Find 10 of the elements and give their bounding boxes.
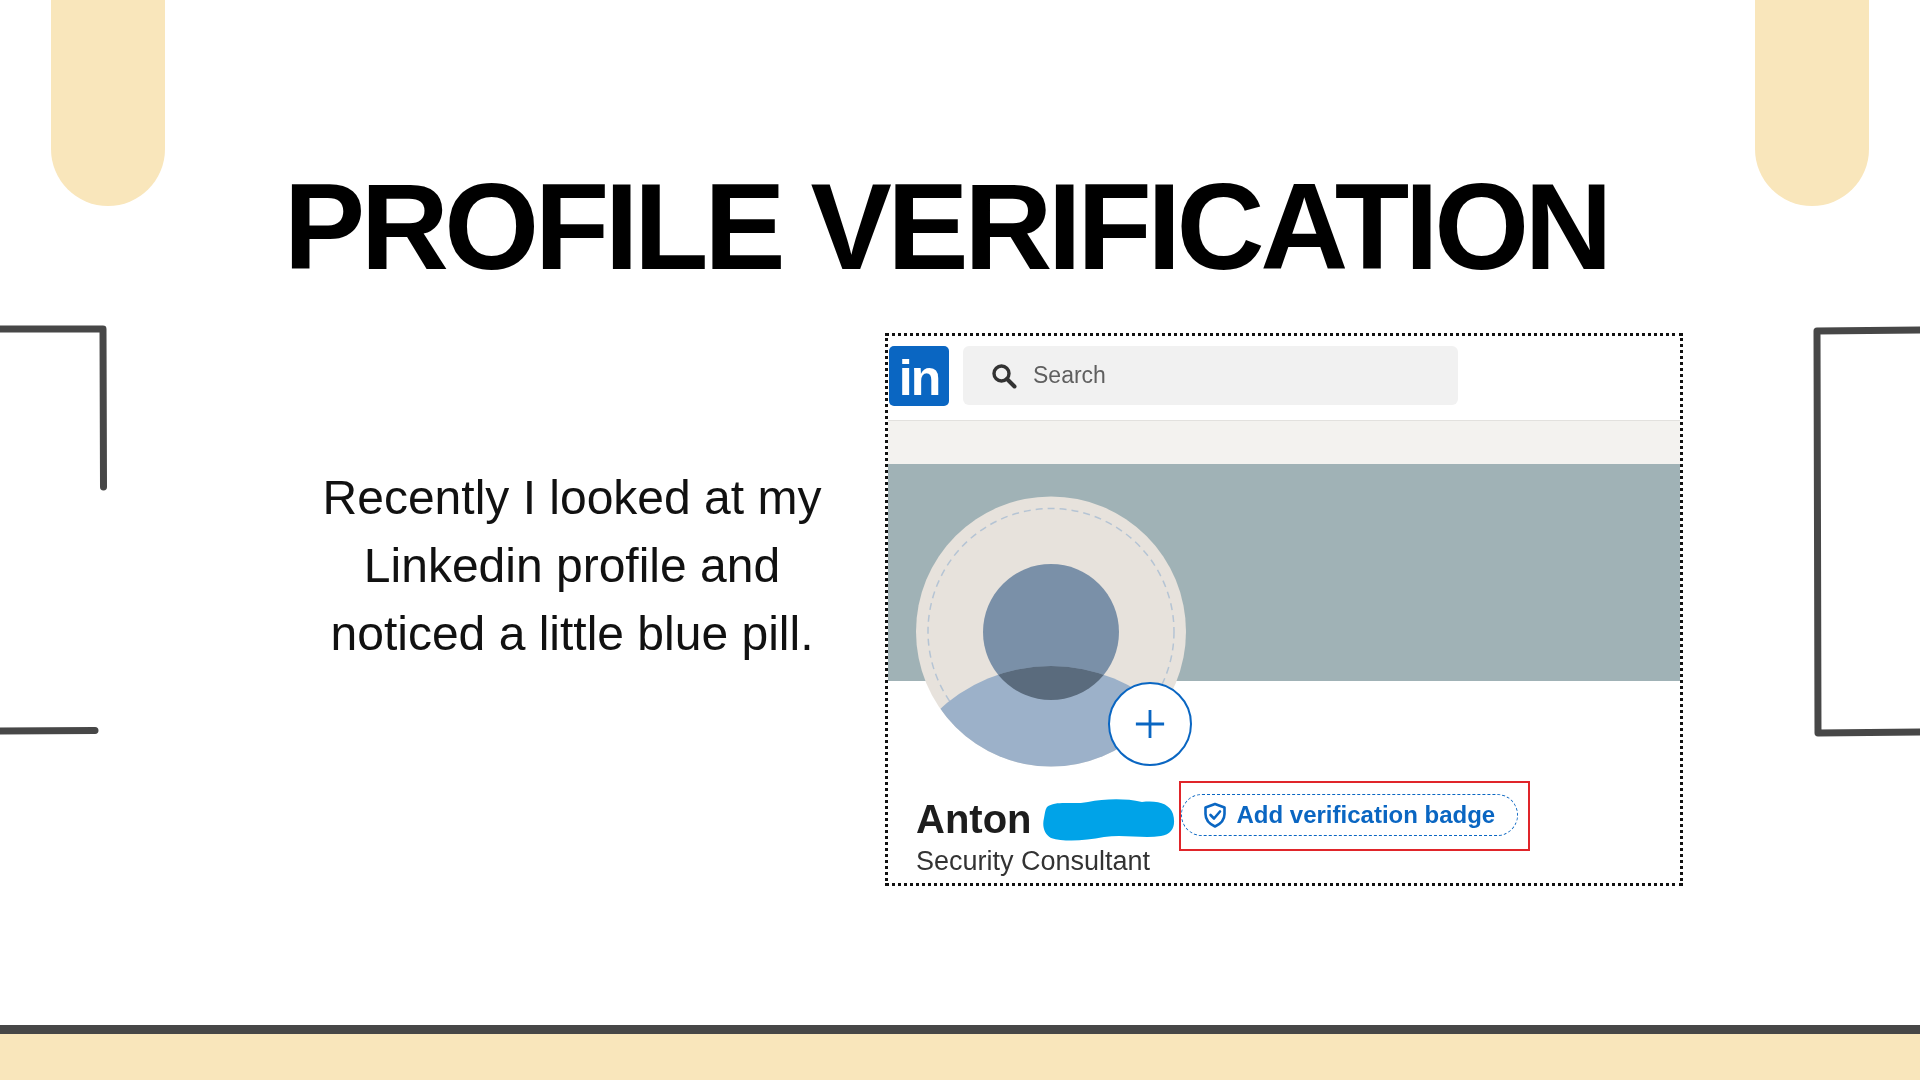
body-text: Recently I looked at my Linkedin profile and noticed a little blue pill. [321,470,823,662]
verification-badge-button[interactable]: Add verification badge [1180,794,1519,836]
search-icon [991,363,1017,389]
shield-check-icon [1201,802,1228,828]
profile-headline: Security Consultant [916,846,1152,876]
slide-title: PROFILE VERIFICATION [283,166,1609,288]
search-field[interactable]: Search [963,346,1458,405]
logo[interactable]: in [889,346,949,406]
plus-icon [1134,708,1166,740]
profile-name: Anton [916,796,1032,842]
